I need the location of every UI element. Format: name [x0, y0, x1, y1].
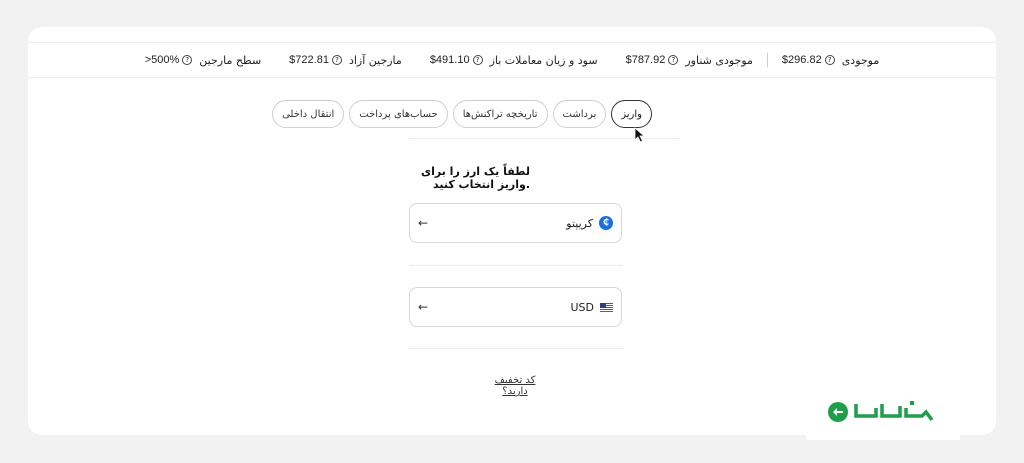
option-label: کریپتو — [566, 216, 593, 230]
stat-label: سطح مارجین — [199, 53, 262, 67]
option-divider — [409, 348, 623, 349]
stat-value: $296.82 — [781, 54, 822, 66]
wallet-tabs: واریز برداشت تاریخچه تراکنش‌ها حساب‌های … — [272, 100, 652, 130]
stat-label: موجودی شناور — [685, 53, 753, 67]
arrow-left-icon: ← — [418, 300, 429, 314]
stat-value: $722.81 — [289, 54, 329, 66]
info-icon[interactable]: ? — [668, 55, 679, 65]
stat-label: سود و زیان معاملات باز — [489, 53, 598, 67]
stat-label: مارجین آزاد — [348, 53, 402, 67]
stat-value: $787.92 — [625, 54, 666, 66]
us-flag-icon — [600, 302, 613, 312]
crypto-coin-icon: ₵ — [599, 216, 613, 230]
stat-balance: موجودی ? $296.82 — [768, 54, 893, 67]
tab-payment-accounts[interactable]: حساب‌های پرداخت — [349, 100, 448, 128]
info-icon[interactable]: ? — [472, 55, 483, 65]
account-stats-bar: موجودی ? $296.82 موجودی شناور ? $787.92 … — [28, 42, 996, 78]
arrow-left-icon: ← — [418, 216, 429, 230]
option-usd[interactable]: USD ← — [409, 287, 622, 327]
discount-code-link[interactable]: کد تخفیف دارید؟ — [482, 375, 548, 397]
stat-open-pnl: سود و زیان معاملات باز ? $491.10 — [416, 54, 612, 67]
info-icon[interactable]: ? — [182, 55, 193, 65]
stat-free-margin: مارجین آزاد ? $722.81 — [275, 54, 416, 67]
info-icon[interactable]: ? — [824, 55, 835, 65]
option-label: USD — [570, 300, 594, 314]
stat-equity: موجودی شناور ? $787.92 — [612, 54, 767, 67]
stat-value: $491.10 — [429, 54, 470, 66]
stat-label: موجودی — [841, 53, 880, 67]
currency-prompt: لطفاً یک ارز را برای واریز انتخاب کنید. — [421, 165, 530, 191]
option-crypto[interactable]: ₵ کریپتو ← — [409, 203, 622, 243]
tab-transaction-history[interactable]: تاریخچه تراکنش‌ها — [452, 100, 548, 128]
mouse-pointer-icon — [634, 127, 646, 143]
watermark-logo — [806, 390, 960, 440]
brand-logo-icon — [828, 401, 934, 422]
tab-internal-transfer[interactable]: انتقال داخلی — [272, 100, 345, 128]
info-icon[interactable]: ? — [331, 55, 342, 65]
tab-withdraw[interactable]: برداشت — [552, 100, 607, 128]
stat-value: >500% — [144, 54, 180, 66]
tab-deposit[interactable]: واریز — [611, 100, 652, 128]
main-card: موجودی ? $296.82 موجودی شناور ? $787.92 … — [28, 27, 996, 435]
stat-margin-level: سطح مارجین ? >500% — [131, 54, 275, 67]
option-divider — [409, 265, 623, 266]
